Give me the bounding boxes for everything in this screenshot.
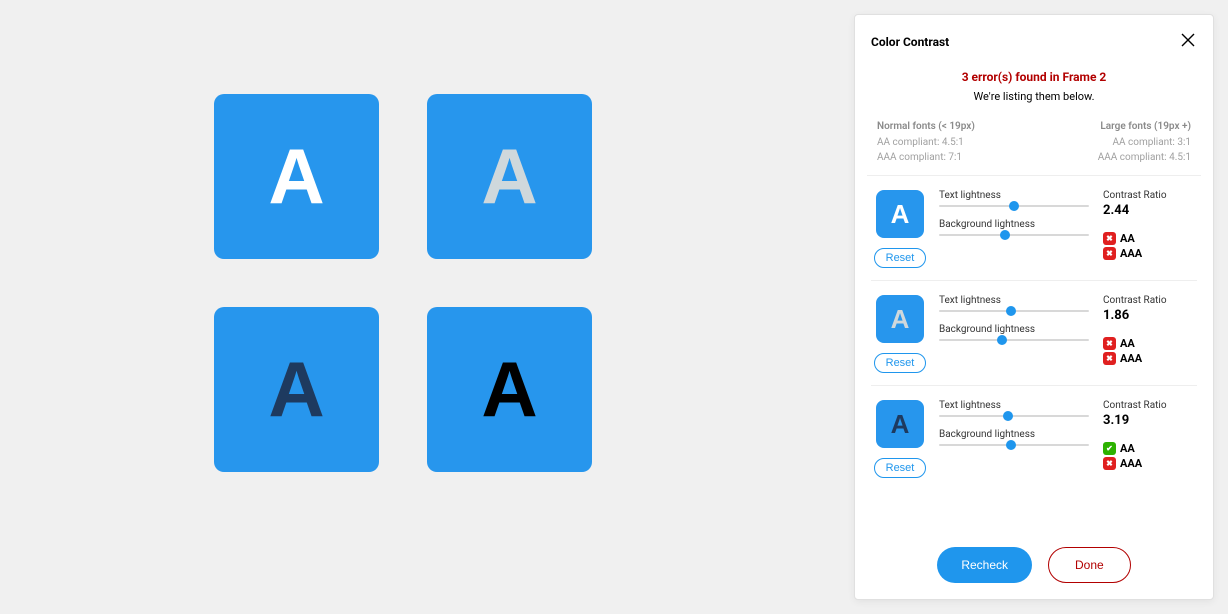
slider-thumb[interactable] — [1009, 201, 1019, 211]
contrast-ratio-label: Contrast Ratio — [1103, 190, 1193, 201]
item-swatch: A — [876, 190, 924, 238]
legend-large-header: Large fonts (19px +) — [1034, 119, 1191, 134]
background-lightness-label: Background lightness — [939, 324, 1089, 335]
text-lightness-slider[interactable] — [939, 205, 1089, 207]
legend: Normal fonts (< 19px) AA compliant: 4.5:… — [871, 119, 1197, 165]
slider-thumb[interactable] — [1003, 411, 1013, 421]
slider-thumb[interactable] — [1006, 440, 1016, 450]
aa-status: AA — [1103, 442, 1193, 455]
contrast-ratio-value: 1.86 — [1103, 308, 1193, 323]
color-contrast-panel: Color Contrast 3 error(s) found in Frame… — [854, 14, 1214, 600]
canvas: A A A A — [214, 94, 592, 472]
panel-footer: Recheck Done — [871, 537, 1197, 583]
legend-large-aa: AA compliant: 3:1 — [1034, 135, 1191, 150]
aa-status-label: AA — [1120, 337, 1135, 350]
aa-status: AA — [1103, 232, 1193, 245]
slider-thumb[interactable] — [1000, 230, 1010, 240]
error-subline: We're listing them below. — [871, 90, 1197, 103]
legend-large: Large fonts (19px +) AA compliant: 3:1 A… — [1034, 119, 1197, 165]
aaa-status: AAA — [1103, 247, 1193, 260]
contrast-ratio-label: Contrast Ratio — [1103, 400, 1193, 411]
close-button[interactable] — [1179, 31, 1197, 52]
reset-button[interactable]: Reset — [874, 353, 927, 373]
panel-header: Color Contrast — [871, 31, 1197, 52]
background-lightness-label: Background lightness — [939, 429, 1089, 440]
contrast-item: A Reset Text lightness Background lightn… — [871, 385, 1197, 490]
aaa-status: AAA — [1103, 457, 1193, 470]
legend-normal-header: Normal fonts (< 19px) — [877, 119, 1034, 134]
swatch-4[interactable]: A — [427, 307, 592, 472]
aa-status-label: AA — [1120, 442, 1135, 455]
contrast-item: A Reset Text lightness Background lightn… — [871, 176, 1197, 280]
background-lightness-slider[interactable] — [939, 444, 1089, 446]
slider-thumb[interactable] — [1006, 306, 1016, 316]
reset-button[interactable]: Reset — [874, 248, 927, 268]
contrast-ratio-value: 2.44 — [1103, 203, 1193, 218]
aa-status-icon — [1103, 442, 1116, 455]
legend-normal: Normal fonts (< 19px) AA compliant: 4.5:… — [871, 119, 1034, 165]
contrast-ratio-value: 3.19 — [1103, 413, 1193, 428]
aaa-status-label: AAA — [1120, 457, 1142, 470]
swatch-2[interactable]: A — [427, 94, 592, 259]
background-lightness-slider[interactable] — [939, 234, 1089, 236]
aa-status-icon — [1103, 337, 1116, 350]
aaa-status-label: AAA — [1120, 352, 1142, 365]
aaa-status-icon — [1103, 457, 1116, 470]
text-lightness-label: Text lightness — [939, 190, 1089, 201]
reset-button[interactable]: Reset — [874, 458, 927, 478]
aaa-status-label: AAA — [1120, 247, 1142, 260]
close-icon — [1181, 33, 1195, 50]
text-lightness-label: Text lightness — [939, 400, 1089, 411]
background-lightness-slider[interactable] — [939, 339, 1089, 341]
text-lightness-slider[interactable] — [939, 415, 1089, 417]
text-lightness-label: Text lightness — [939, 295, 1089, 306]
legend-normal-aaa: AAA compliant: 7:1 — [877, 150, 1034, 165]
error-count: 3 error(s) found in Frame 2 — [871, 70, 1197, 84]
recheck-button[interactable]: Recheck — [937, 547, 1032, 583]
contrast-item: A Reset Text lightness Background lightn… — [871, 280, 1197, 385]
slider-thumb[interactable] — [997, 335, 1007, 345]
aa-status-label: AA — [1120, 232, 1135, 245]
swatch-1[interactable]: A — [214, 94, 379, 259]
background-lightness-label: Background lightness — [939, 219, 1089, 230]
text-lightness-slider[interactable] — [939, 310, 1089, 312]
items-list: A Reset Text lightness Background lightn… — [871, 176, 1197, 490]
contrast-ratio-label: Contrast Ratio — [1103, 295, 1193, 306]
item-swatch: A — [876, 400, 924, 448]
done-button[interactable]: Done — [1048, 547, 1131, 583]
aa-status: AA — [1103, 337, 1193, 350]
legend-large-aaa: AAA compliant: 4.5:1 — [1034, 150, 1191, 165]
panel-title: Color Contrast — [871, 35, 949, 49]
aa-status-icon — [1103, 232, 1116, 245]
aaa-status-icon — [1103, 247, 1116, 260]
item-swatch: A — [876, 295, 924, 343]
aaa-status-icon — [1103, 352, 1116, 365]
legend-normal-aa: AA compliant: 4.5:1 — [877, 135, 1034, 150]
aaa-status: AAA — [1103, 352, 1193, 365]
swatch-3[interactable]: A — [214, 307, 379, 472]
